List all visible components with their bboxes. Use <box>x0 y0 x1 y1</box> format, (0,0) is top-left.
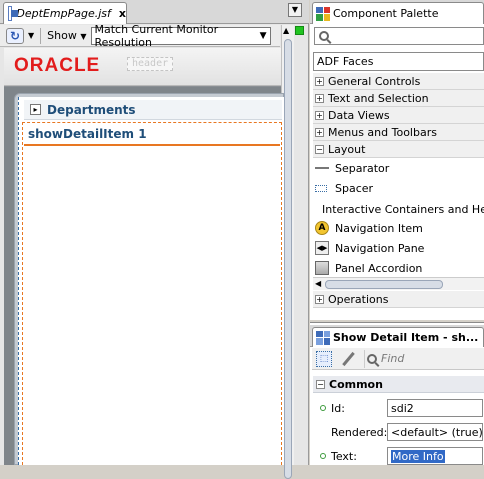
property-row-id: Id: sdi2 <box>313 397 484 419</box>
editor-toolbar: ↻ ▼ Show ▼ Match Current Monitor Resolut… <box>0 23 280 49</box>
palette-item-label: Separator <box>335 161 390 175</box>
category-label: Text and Selection <box>328 91 429 105</box>
status-indicator-icon <box>295 26 304 35</box>
chevron-down-icon: ▼ <box>80 32 87 41</box>
expand-icon[interactable]: ▸ <box>30 104 41 115</box>
departments-label: Departments <box>47 102 136 117</box>
refresh-icon[interactable]: ↻ <box>6 27 24 44</box>
navigation-pane-icon: ◀▶ <box>315 241 329 255</box>
rendered-select[interactable]: <default> (true) <box>387 423 483 441</box>
text-field-selected-value: More Info <box>391 449 445 463</box>
property-inspector-icon <box>316 330 330 345</box>
toolbar-separator <box>40 27 42 44</box>
separator-icon <box>315 161 329 175</box>
category-label: Data Views <box>328 108 390 122</box>
category-general-controls[interactable]: + General Controls <box>313 73 484 90</box>
scroll-up-icon[interactable]: ▲ <box>283 26 289 35</box>
subgroup-label: Interactive Containers and Headers <box>322 202 484 216</box>
edit-pencil-icon[interactable] <box>340 351 356 367</box>
show-detail-item-selection[interactable] <box>22 122 282 465</box>
category-label: General Controls <box>328 74 421 88</box>
property-indicator-icon <box>320 405 326 411</box>
category-layout[interactable]: − Layout <box>313 141 484 158</box>
collapse-icon[interactable]: − <box>315 144 324 154</box>
category-text-and-selection[interactable]: + Text and Selection <box>313 90 484 107</box>
scrollbar-thumb[interactable] <box>325 280 443 289</box>
expand-icon[interactable]: + <box>315 294 324 304</box>
category-menus-and-toolbars[interactable]: + Menus and Toolbars <box>313 124 484 141</box>
palette-horizontal-scrollbar[interactable]: ◀ <box>313 277 484 290</box>
inspector-tab-label: Show Detail Item - sh... <box>333 331 479 344</box>
palette-item-label: Navigation Item <box>335 221 423 235</box>
spacer-icon <box>315 181 329 195</box>
inspector-tab[interactable]: Show Detail Item - sh... <box>312 327 484 347</box>
category-label: Layout <box>328 142 366 156</box>
palette-item-label: Panel Accordion <box>335 261 423 275</box>
find-placeholder: Find <box>381 352 405 365</box>
find-input[interactable]: Find <box>364 349 464 368</box>
palette-item-label: Spacer <box>335 181 374 195</box>
id-field[interactable]: sdi2 <box>387 399 483 417</box>
search-icon <box>319 31 329 41</box>
select-in-editor-icon[interactable]: ⬚ <box>316 350 332 367</box>
panel-accordion-icon <box>315 261 329 275</box>
library-select-value: ADF Faces <box>317 55 374 68</box>
palette-tab[interactable]: Component Palette <box>312 2 484 24</box>
resolution-select[interactable]: Match Current Monitor Resolution ▼ <box>90 23 271 49</box>
collapse-icon[interactable]: − <box>316 379 325 389</box>
property-row-text: Text: More Info <box>313 445 484 467</box>
category-data-views[interactable]: + Data Views <box>313 107 484 124</box>
show-detail-item-header[interactable]: showDetailItem 1 <box>24 124 280 146</box>
jsf-file-icon <box>8 6 20 21</box>
tab-list-dropdown-icon[interactable]: ▼ <box>288 3 302 17</box>
refresh-dropdown-icon[interactable]: ▼ <box>28 31 34 40</box>
expand-icon[interactable]: + <box>315 76 324 86</box>
inspector-toolbar: ⬚ Find <box>312 348 484 370</box>
palette-item-panel-accordion[interactable]: Panel Accordion <box>313 258 484 278</box>
palette-item-label: Navigation Pane <box>335 241 425 255</box>
property-label: Id: <box>331 401 345 415</box>
palette-search-input[interactable] <box>314 27 484 45</box>
common-section-header[interactable]: − Common <box>313 376 484 393</box>
library-select[interactable]: ADF Faces <box>313 52 484 71</box>
palette-item-navigation-item[interactable]: A Navigation Item <box>313 218 484 238</box>
palette-tab-label: Component Palette <box>333 7 439 20</box>
category-label: Menus and Toolbars <box>328 125 437 139</box>
category-label: Operations <box>328 292 389 306</box>
component-palette-icon <box>316 6 330 21</box>
expand-icon[interactable]: + <box>315 93 324 103</box>
file-tab-label: DeptEmpPage.jsf <box>16 7 111 20</box>
header-facet[interactable]: header <box>127 57 174 71</box>
expand-icon[interactable]: + <box>315 110 324 120</box>
palette-item-navigation-pane[interactable]: ◀▶ Navigation Pane <box>313 238 484 258</box>
file-tab[interactable]: DeptEmpPage.jsf x <box>3 2 127 24</box>
chevron-down-icon: ▼ <box>259 30 267 41</box>
departments-pane-header[interactable]: ▸ Departments <box>24 100 282 120</box>
property-label: Text: <box>331 449 357 463</box>
oracle-logo: ORACLE <box>14 55 101 76</box>
show-menu-button[interactable]: Show ▼ <box>47 29 86 42</box>
property-row-rendered: Rendered: <default> (true) <box>313 421 484 443</box>
scrollbar-thumb[interactable] <box>284 39 292 479</box>
scroll-left-icon[interactable]: ◀ <box>315 279 321 288</box>
close-tab-icon[interactable]: x <box>119 7 126 20</box>
navigation-item-icon: A <box>315 221 329 235</box>
palette-item-separator[interactable]: Separator <box>313 158 484 178</box>
property-label: Rendered: <box>331 425 388 439</box>
resolution-select-value: Match Current Monitor Resolution <box>94 22 219 49</box>
subgroup-interactive-containers: Interactive Containers and Headers <box>313 199 484 219</box>
expand-icon[interactable]: + <box>315 127 324 137</box>
common-section-label: Common <box>329 377 383 391</box>
text-field[interactable]: More Info <box>387 447 483 465</box>
category-operations[interactable]: + Operations <box>313 291 484 308</box>
show-detail-item-label: showDetailItem 1 <box>28 127 147 141</box>
show-menu-label: Show <box>47 29 77 42</box>
palette-item-spacer[interactable]: Spacer <box>313 178 484 198</box>
property-indicator-icon <box>320 453 326 459</box>
search-icon <box>367 353 377 364</box>
